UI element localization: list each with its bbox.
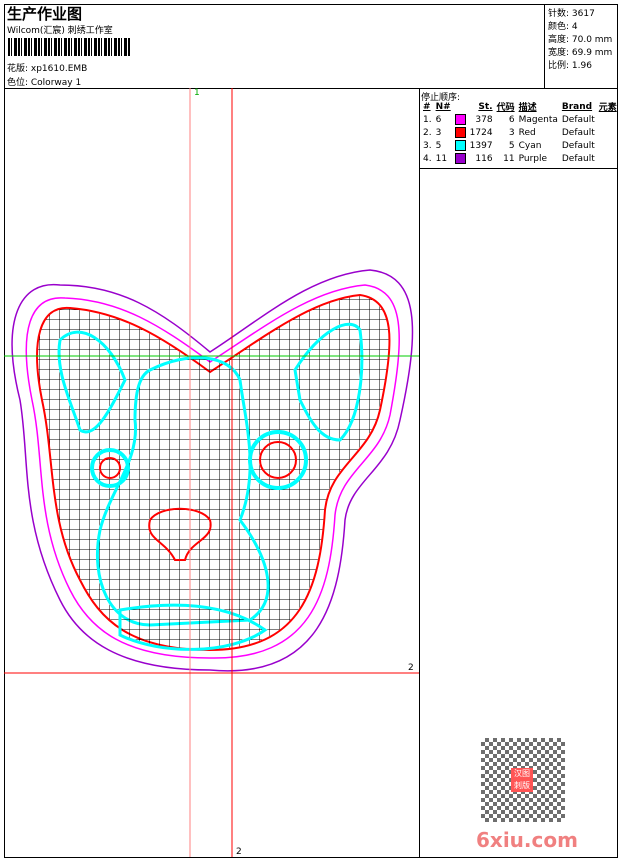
guide-label-h2: 2 — [408, 663, 414, 673]
embroidery-preview — [4, 88, 419, 857]
guide-label-v2: 2 — [236, 847, 242, 857]
watermark-logo: 6xiu.com — [476, 828, 578, 852]
production-sheet: 生产作业图 Wilcom(汇宸) 刺绣工作室 花版: xp1610.EMB 色位… — [0, 0, 620, 860]
seal-stamp: 汉图刺版 — [511, 768, 533, 792]
guide-label-v1: 1 — [194, 88, 200, 98]
